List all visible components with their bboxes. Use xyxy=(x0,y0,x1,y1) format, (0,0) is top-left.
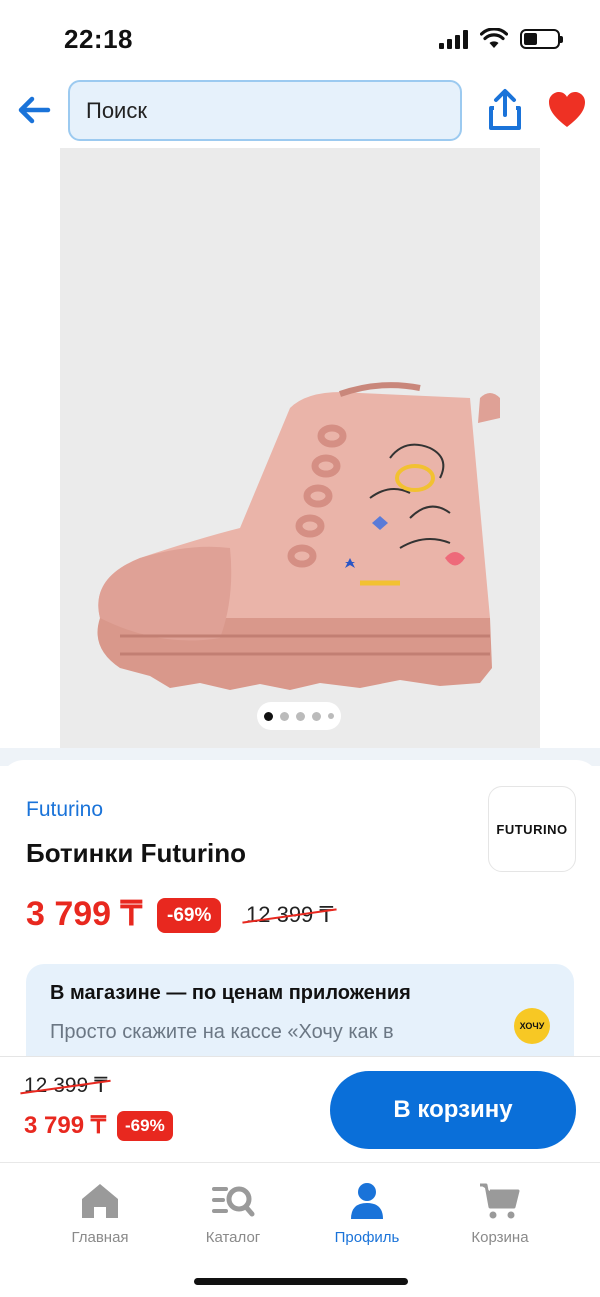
favorite-heart-icon[interactable] xyxy=(546,90,588,130)
gallery-dot[interactable] xyxy=(328,713,334,719)
add-to-cart-button[interactable]: В корзину xyxy=(330,1071,576,1149)
tab-catalog-label: Каталог xyxy=(205,1229,261,1246)
buy-bar-price: 3 799 ₸ xyxy=(24,1112,106,1139)
status-bar: 22:18 xyxy=(0,0,600,80)
tab-profile-label: Профиль xyxy=(334,1229,400,1246)
battery-icon xyxy=(520,29,563,49)
tab-profile[interactable]: Профиль xyxy=(307,1181,427,1246)
buy-bar: 12 399 ₸ 3 799 ₸ -69% В корзину xyxy=(0,1056,600,1162)
tab-cart-label: Корзина xyxy=(471,1229,529,1246)
status-time: 22:18 xyxy=(64,24,133,54)
signal-icon xyxy=(439,29,468,49)
discount-badge: -69% xyxy=(157,898,222,933)
header: Поиск xyxy=(0,80,600,142)
gallery-pagination[interactable] xyxy=(257,702,341,730)
search-input[interactable]: Поиск xyxy=(68,80,462,141)
hochu-badge-icon: ХОЧУ xyxy=(514,1008,550,1044)
brand-logo-text: FUTURINO xyxy=(496,821,568,837)
boot-illustration xyxy=(97,382,500,690)
home-icon xyxy=(82,1184,118,1218)
catalog-icon xyxy=(212,1186,255,1217)
gallery-dot[interactable] xyxy=(280,711,289,721)
gallery-dot[interactable] xyxy=(312,711,321,721)
product-image[interactable] xyxy=(60,148,540,748)
wifi-icon xyxy=(480,28,508,48)
tab-catalog[interactable]: Каталог xyxy=(173,1181,293,1246)
current-price: 3 799 ₸ xyxy=(26,895,143,933)
brand-link[interactable]: Futurino xyxy=(26,798,103,822)
brand-logo[interactable]: FUTURINO xyxy=(488,786,576,872)
gallery-dot[interactable] xyxy=(264,711,273,721)
old-price: 12 399 ₸ xyxy=(242,902,338,928)
share-icon[interactable] xyxy=(486,88,524,132)
promo-badge-text: ХОЧУ xyxy=(519,1020,545,1031)
tab-home[interactable]: Главная xyxy=(40,1181,160,1246)
buy-bar-discount-badge: -69% xyxy=(117,1111,173,1141)
gallery-dot[interactable] xyxy=(296,711,305,721)
product-gallery[interactable] xyxy=(0,148,600,748)
cart-icon xyxy=(480,1183,520,1219)
back-arrow-icon[interactable] xyxy=(14,90,54,130)
promo-title: В магазине — по ценам приложения xyxy=(50,982,411,1004)
status-icons xyxy=(439,28,563,50)
home-indicator xyxy=(194,1278,408,1285)
tab-cart[interactable]: Корзина xyxy=(440,1181,560,1246)
profile-icon xyxy=(351,1183,383,1219)
search-placeholder: Поиск xyxy=(86,97,147,123)
bottom-tab-bar: Главная Каталог Профиль Корзина xyxy=(0,1162,600,1297)
tab-home-label: Главная xyxy=(71,1229,129,1246)
buy-bar-old-price: 12 399 ₸ xyxy=(20,1073,112,1098)
product-title: Ботинки Futurino xyxy=(26,838,246,868)
